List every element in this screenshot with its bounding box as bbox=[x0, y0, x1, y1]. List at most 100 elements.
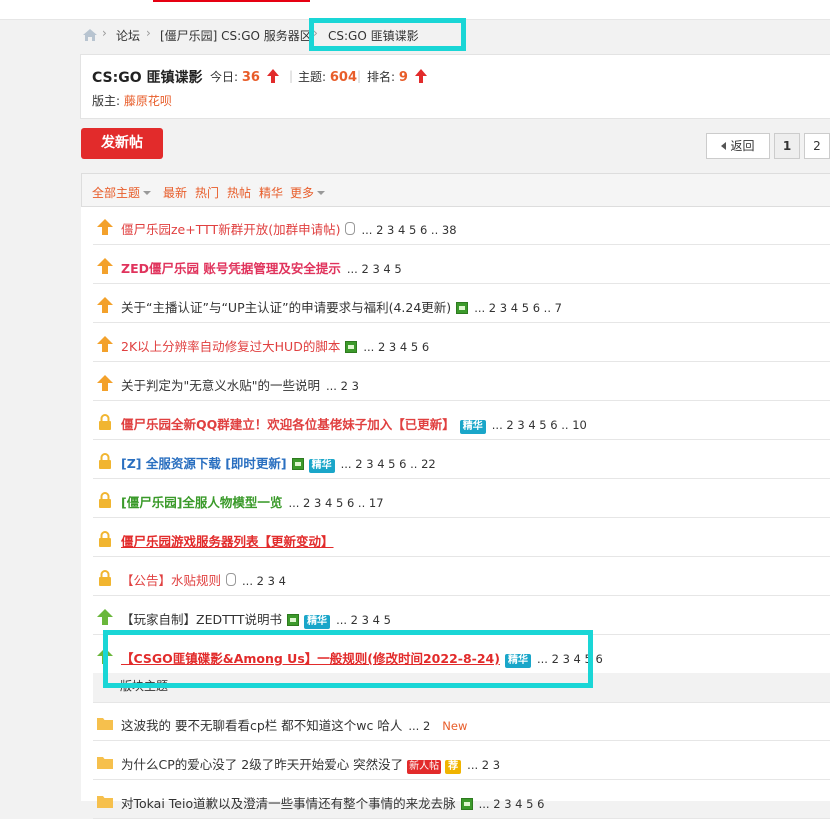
image-icon bbox=[287, 614, 300, 626]
thread-row[interactable]: 2K以上分辨率自动修复过大HUD的脚本 ... 2 3 4 5 6 bbox=[93, 324, 830, 362]
breadcrumb-separator: › bbox=[146, 26, 151, 40]
thread-title-link[interactable]: 僵尸乐园游戏服务器列表【更新变动】 bbox=[121, 534, 334, 549]
thread-title-link[interactable]: [僵尸乐园]全服人物模型一览 bbox=[121, 495, 282, 510]
thread-title-link[interactable]: 【玩家自制】ZEDTTT说明书 bbox=[121, 612, 282, 627]
thread-row[interactable]: 僵尸乐园全新QQ群建立！欢迎各位基佬妹子加入【已更新】 精华 ... 2 3 4 5… bbox=[93, 402, 830, 440]
thread-row[interactable]: [Z] 全服资源下载 [即时更新] 精华 ... 2 3 4 5 6 .. 22 bbox=[93, 441, 830, 479]
thread-pages[interactable]: ... 2 3 4 5 6 .. 17 bbox=[288, 496, 383, 510]
thread-list: 僵尸乐园ze+TTT新群开放(加群申请帖) ... 2 3 4 5 6 .. 38… bbox=[81, 207, 830, 819]
thread-pages[interactable]: ... 2 bbox=[408, 719, 430, 733]
page-2-button[interactable]: 2 bbox=[804, 133, 830, 159]
thread-row[interactable]: 僵尸乐园游戏服务器列表【更新变动】 bbox=[93, 519, 830, 557]
thread-title-link[interactable]: 对Tokai Teio道歉以及澄清一些事情还有整个事情的来龙去脉 bbox=[121, 796, 456, 811]
thread-title-line: 【玩家自制】ZEDTTT说明书 精华 ... 2 3 4 5 bbox=[121, 609, 391, 629]
thread-pages[interactable]: ... 2 3 bbox=[326, 379, 359, 393]
pin-up-icon bbox=[97, 336, 113, 352]
folder-icon bbox=[97, 718, 113, 730]
page-1-button[interactable]: 1 bbox=[774, 133, 800, 159]
thread-title-line: 【CSGO匪镇碟影&Among Us】一般规则(修改时间2022-8-24) 精华… bbox=[121, 648, 603, 668]
dropdown-arrow-icon bbox=[143, 191, 152, 195]
today-stat: 今日: 36 bbox=[210, 68, 279, 85]
thread-title-link[interactable]: 关于“主播认证”与“UP主认证”的申请要求与福利(4.24更新) bbox=[121, 300, 451, 315]
filter-bar: 全部主题 最新 热门 热帖 精华 更多 bbox=[81, 173, 830, 207]
pin-up-icon bbox=[97, 297, 113, 313]
thread-title-line: 僵尸乐园全新QQ群建立！欢迎各位基佬妹子加入【已更新】 精华 ... 2 3 4 5… bbox=[121, 414, 587, 434]
pin-up-icon bbox=[97, 219, 113, 235]
rank-label: 排名: bbox=[367, 70, 396, 84]
moderator-link[interactable]: 藤原花呗 bbox=[124, 94, 172, 108]
thread-title-link[interactable]: 为什么CP的爱心没了 2级了昨天开始爱心 突然没了 bbox=[121, 757, 403, 772]
thread-row[interactable]: 【CSGO匪镇碟影&Among Us】一般规则(修改时间2022-8-24) 精华… bbox=[93, 636, 830, 674]
thread-pages[interactable]: ... 2 3 4 5 6 bbox=[537, 652, 603, 666]
thread-row[interactable]: [僵尸乐园]全服人物模型一览 ... 2 3 4 5 6 .. 17 bbox=[93, 480, 830, 518]
thread-pages[interactable]: ... 2 3 4 5 bbox=[347, 262, 402, 276]
thread-row[interactable]: 僵尸乐园ze+TTT新群开放(加群申请帖) ... 2 3 4 5 6 .. 38 bbox=[93, 207, 830, 245]
filter-hot[interactable]: 热门 bbox=[195, 184, 219, 201]
thread-title-link[interactable]: 关于判定为"无意义水贴"的一些说明 bbox=[121, 378, 320, 393]
thread-pages[interactable]: ... 2 3 4 5 6 bbox=[479, 797, 545, 811]
back-label: 返回 bbox=[730, 139, 755, 153]
filter-all[interactable]: 全部主题 bbox=[92, 184, 152, 201]
thread-row[interactable]: 【公告】水贴规则 ... 2 3 4 bbox=[93, 558, 830, 596]
arrow-up-icon bbox=[414, 69, 427, 83]
divider: | bbox=[357, 69, 362, 83]
thread-title-line: ZED僵尸乐园 账号凭据管理及安全提示 ... 2 3 4 5 bbox=[121, 258, 402, 277]
lock-icon bbox=[99, 453, 111, 469]
moderator-line: 版主: 藤原花呗 bbox=[92, 92, 172, 109]
thread-row[interactable]: 为什么CP的爱心没了 2级了昨天开始爱心 突然没了 新人帖荐 ... 2 3 bbox=[93, 742, 830, 780]
thread-pages[interactable]: ... 2 3 4 5 bbox=[336, 613, 391, 627]
thread-pages[interactable]: ... 2 3 4 5 6 .. 38 bbox=[361, 223, 456, 237]
arrow-up-icon bbox=[266, 69, 279, 83]
thread-row[interactable]: 对Tokai Teio道歉以及澄清一些事情还有整个事情的来龙去脉 ... 2 3 … bbox=[93, 781, 830, 819]
thread-row[interactable]: ZED僵尸乐园 账号凭据管理及安全提示 ... 2 3 4 5 bbox=[93, 246, 830, 284]
thread-pages[interactable]: ... 2 3 4 5 6 .. 7 bbox=[474, 301, 562, 315]
thread-title-link[interactable]: ZED僵尸乐园 账号凭据管理及安全提示 bbox=[121, 261, 341, 276]
thread-row[interactable]: 【玩家自制】ZEDTTT说明书 精华 ... 2 3 4 5 bbox=[93, 597, 830, 635]
thread-title-line: 【公告】水贴规则 ... 2 3 4 bbox=[121, 570, 286, 589]
thread-title-link[interactable]: 【公告】水贴规则 bbox=[121, 573, 221, 588]
new-tag: New bbox=[442, 719, 468, 733]
home-icon[interactable] bbox=[82, 28, 98, 42]
thread-title-link[interactable]: 【CSGO匪镇碟影&Among Us】一般规则(修改时间2022-8-24) bbox=[121, 651, 500, 666]
image-icon bbox=[291, 458, 304, 470]
breadcrumb-current[interactable]: CS:GO 匪镇谍影 bbox=[328, 27, 419, 44]
thread-pages[interactable]: ... 2 3 4 5 6 .. 10 bbox=[492, 418, 587, 432]
thread-title-line: 为什么CP的爱心没了 2级了昨天开始爱心 突然没了 新人帖荐 ... 2 3 bbox=[121, 754, 500, 774]
today-value: 36 bbox=[241, 70, 260, 85]
thread-title-link[interactable]: 僵尸乐园ze+TTT新群开放(加群申请帖) bbox=[121, 222, 340, 237]
thread-title-link[interactable]: 这波我的 要不无聊看看cp栏 都不知道这个wc 哈人 bbox=[121, 718, 402, 733]
thread-title-line: 2K以上分辨率自动修复过大HUD的脚本 ... 2 3 4 5 6 bbox=[121, 336, 429, 355]
thread-title-line: 关于判定为"无意义水贴"的一些说明 ... 2 3 bbox=[121, 375, 359, 394]
lock-icon bbox=[99, 492, 111, 508]
pin-up-icon bbox=[97, 258, 113, 274]
divider: | bbox=[289, 69, 294, 83]
active-nav-indicator bbox=[153, 0, 310, 2]
thread-title-line: 僵尸乐园游戏服务器列表【更新变动】 bbox=[121, 531, 334, 550]
digest-badge: 精华 bbox=[308, 459, 335, 473]
lock-icon bbox=[99, 531, 111, 547]
filter-more-label: 更多 bbox=[290, 186, 315, 200]
thread-title-link[interactable]: 2K以上分辨率自动修复过大HUD的脚本 bbox=[121, 339, 340, 354]
filter-latest[interactable]: 最新 bbox=[163, 184, 187, 201]
section-label: 版块主题 bbox=[120, 679, 169, 693]
thread-pages[interactable]: ... 2 3 bbox=[467, 758, 500, 772]
digest-badge: 精华 bbox=[459, 420, 486, 434]
back-button[interactable]: 返回 bbox=[706, 133, 770, 159]
breadcrumb-section[interactable]: [僵尸乐园] CS:GO 服务器区 bbox=[160, 27, 312, 44]
thread-pages[interactable]: ... 2 3 4 bbox=[242, 574, 286, 588]
thread-row[interactable]: 这波我的 要不无聊看看cp栏 都不知道这个wc 哈人 ... 2 New bbox=[93, 703, 830, 741]
thread-title-link[interactable]: [Z] 全服资源下载 [即时更新] bbox=[121, 456, 287, 471]
thread-title-link[interactable]: 僵尸乐园全新QQ群建立！欢迎各位基佬妹子加入【已更新】 bbox=[121, 417, 455, 432]
filter-more[interactable]: 更多 bbox=[290, 184, 326, 201]
thread-row[interactable]: 关于“主播认证”与“UP主认证”的申请要求与福利(4.24更新) ... 2 3 … bbox=[93, 285, 830, 323]
new-user-badge: 新人帖 bbox=[407, 760, 442, 774]
thread-row[interactable]: 关于判定为"无意义水贴"的一些说明 ... 2 3 bbox=[93, 363, 830, 401]
new-post-button[interactable]: 发新帖 bbox=[81, 128, 163, 159]
breadcrumb-separator: › bbox=[313, 26, 318, 40]
thread-pages[interactable]: ... 2 3 4 5 6 .. 22 bbox=[341, 457, 436, 471]
lock-icon bbox=[99, 414, 111, 430]
filter-digest[interactable]: 精华 bbox=[259, 184, 283, 201]
breadcrumb-forum[interactable]: 论坛 bbox=[116, 27, 140, 44]
thread-pages[interactable]: ... 2 3 4 5 6 bbox=[363, 340, 429, 354]
filter-hot-posts[interactable]: 热帖 bbox=[227, 184, 251, 201]
